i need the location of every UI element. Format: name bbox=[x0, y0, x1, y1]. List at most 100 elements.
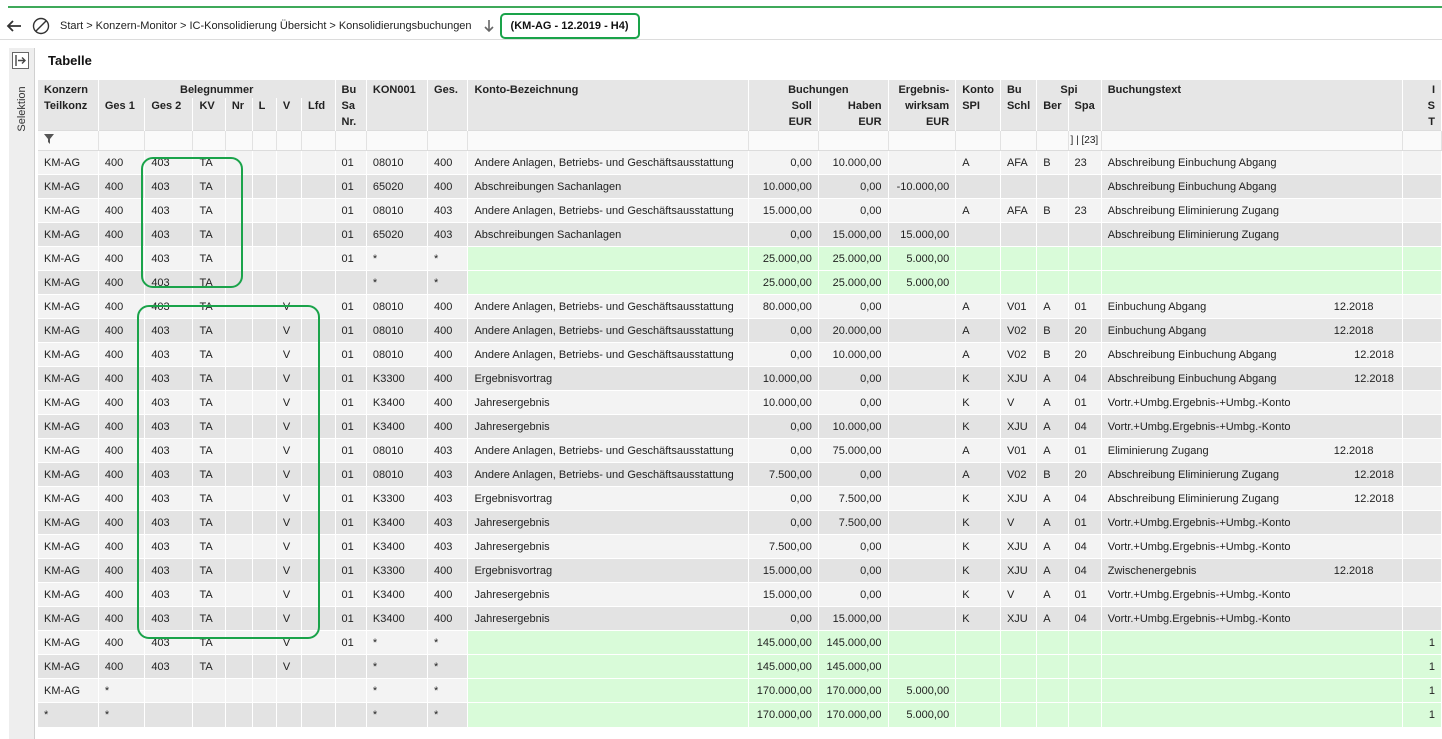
period-value: 12.2018 bbox=[1333, 565, 1374, 577]
cell-soll: 0,00 bbox=[748, 438, 819, 463]
cell-soll: 15.000,00 bbox=[748, 558, 819, 583]
table-row[interactable]: KM-AG 400 403 TA V 01 K3400 403 Jahresergebnis 7.… bbox=[38, 534, 1442, 559]
summary-row[interactable]: KM-AG * * * 170.000,00 170.000,00 5.000,00 1 bbox=[38, 678, 1442, 703]
table-row[interactable]: KM-AG 400 403 TA V 01 08010 403 Andere Anlagen, … bbox=[38, 438, 1442, 463]
sidebar-tab-selektion[interactable]: Selektion bbox=[9, 74, 35, 144]
col-header-konto-bezeichnung[interactable]: Konto-Bezeichnung bbox=[467, 80, 750, 98]
cell-kv bbox=[192, 702, 226, 727]
table-row[interactable]: KM-AG 400 403 TA 01 08010 403 Andere Anlagen, B… bbox=[38, 198, 1442, 223]
col-header-konto[interactable]: Konto bbox=[955, 80, 1001, 98]
cell-bu: 01 bbox=[335, 510, 367, 535]
table-row[interactable]: KM-AG 400 403 TA V 01 08010 400 Andere Anlagen, … bbox=[38, 294, 1442, 319]
col-header-ges[interactable]: Ges. bbox=[427, 80, 469, 98]
col-header-spi[interactable]: Spi bbox=[1036, 80, 1102, 98]
col-header-soll[interactable]: Soll bbox=[748, 98, 819, 114]
breadcrumb-item-ic-konsolidierung[interactable]: IC-Konsolidierung Übersicht bbox=[189, 20, 326, 32]
table-row[interactable]: KM-AG 400 403 TA V 01 K3400 400 Jahresergebnis 0,… bbox=[38, 606, 1442, 631]
col-header-ergebnis[interactable]: Ergebnis- bbox=[888, 80, 957, 98]
cell-spa: 04 bbox=[1068, 414, 1102, 439]
col-header-bu-schl[interactable]: Bu bbox=[1000, 80, 1038, 98]
col-header-lfd[interactable]: Lfd bbox=[301, 98, 336, 114]
col-header-nr[interactable]: Nr bbox=[225, 98, 253, 114]
table-row[interactable]: KM-AG 400 403 TA 01 65020 400 Abschreibungen Sa… bbox=[38, 174, 1442, 199]
cell-bu: 01 bbox=[335, 582, 367, 607]
cell-konto: 08010 bbox=[366, 342, 429, 367]
breadcrumb-item-start[interactable]: Start bbox=[60, 20, 83, 32]
col-header-wirksam[interactable]: wirksam bbox=[888, 98, 957, 114]
cell-buchungstext: Zwischenergebnis 12.2018 bbox=[1101, 558, 1403, 583]
col-header-v[interactable]: V bbox=[276, 98, 303, 114]
table-row[interactable]: KM-AG 400 403 TA V 01 K3400 400 Jahresergebnis 15… bbox=[38, 582, 1442, 607]
filter-cell-konzern[interactable] bbox=[38, 130, 99, 151]
cell-teilkonz: KM-AG bbox=[38, 294, 99, 319]
cell-spa: 04 bbox=[1068, 366, 1102, 391]
col-header-overflow-3: T bbox=[1402, 114, 1442, 131]
cell-bu-schl bbox=[1000, 630, 1038, 655]
col-header-buchungstext[interactable]: Buchungstext bbox=[1101, 80, 1403, 98]
cell-ergebnis: -10.000,00 bbox=[888, 174, 957, 199]
table-row[interactable]: KM-AG 400 403 TA V 01 K3400 403 Jahresergebnis 0,… bbox=[38, 510, 1442, 535]
cell-bu-schl: AFA bbox=[1000, 198, 1038, 223]
summary-row[interactable]: KM-AG 400 403 TA 01 * * 25.000,00 25.000,00 5.000… bbox=[38, 246, 1442, 271]
cell-v: V bbox=[276, 390, 303, 415]
cell-haben: 0,00 bbox=[818, 582, 889, 607]
filter-cell-spa[interactable]: ] | [23] bbox=[1068, 130, 1102, 151]
cell-kv: TA bbox=[192, 582, 226, 607]
col-header-ber[interactable]: Ber bbox=[1036, 98, 1069, 114]
col-header-l[interactable]: L bbox=[252, 98, 277, 114]
col-header-kon001[interactable]: KON001 bbox=[366, 80, 429, 98]
col-header-spa[interactable]: Spa bbox=[1068, 98, 1102, 114]
cell-nr bbox=[225, 294, 253, 319]
table-row[interactable]: KM-AG 400 403 TA 01 65020 403 Abschreibungen Sa… bbox=[38, 222, 1442, 247]
summary-row[interactable]: KM-AG 400 403 TA * * 25.000,00 25.000,00 5.000,0… bbox=[38, 270, 1442, 295]
cell-kv: TA bbox=[192, 462, 226, 487]
buchungstext-value: Abschreibung Einbuchung Abgang bbox=[1107, 180, 1277, 193]
cell-bu-schl: XJU bbox=[1000, 606, 1038, 631]
table-row[interactable]: KM-AG 400 403 TA V 01 K3300 400 Ergebnisvortrag 1… bbox=[38, 558, 1442, 583]
col-header-teilkonz[interactable]: Teilkonz bbox=[38, 98, 99, 114]
filter-funnel-icon[interactable] bbox=[44, 134, 54, 144]
cell-v bbox=[276, 222, 303, 247]
col-header-ges2[interactable]: Ges 2 bbox=[144, 98, 194, 114]
col-header-kv[interactable]: KV bbox=[192, 98, 226, 114]
col-header-ges1[interactable]: Ges 1 bbox=[98, 98, 146, 114]
cell-bu-schl: XJU bbox=[1000, 534, 1038, 559]
col-header-schl[interactable]: Schl bbox=[1000, 98, 1038, 114]
col-header-overflow-2[interactable]: S bbox=[1402, 98, 1442, 114]
cell-teilkonz: KM-AG bbox=[38, 174, 99, 199]
summary-row[interactable]: KM-AG 400 403 TA V * * 145.000,00 145.000,00 1 bbox=[38, 654, 1442, 679]
col-header-spi-konto[interactable]: SPI bbox=[955, 98, 1001, 114]
col-header-belegnummer[interactable]: Belegnummer bbox=[98, 80, 336, 98]
table-row[interactable]: KM-AG 400 403 TA V 01 08010 400 Andere Anlagen, … bbox=[38, 318, 1442, 343]
table-row[interactable]: KM-AG 400 403 TA V 01 K3300 403 Ergebnisvortrag 0… bbox=[38, 486, 1442, 511]
expand-panel-icon[interactable] bbox=[12, 52, 29, 69]
col-header-buchungen[interactable]: Buchungen bbox=[748, 80, 889, 98]
table-row[interactable]: KM-AG 400 403 TA V 01 08010 400 Andere Anlagen, … bbox=[38, 342, 1442, 367]
summary-row[interactable]: * * * * 170.000,00 170.000,00 5.000,00 1 bbox=[38, 702, 1442, 727]
col-header-overflow[interactable]: I bbox=[1402, 80, 1442, 98]
cancel-circle-icon[interactable] bbox=[32, 17, 50, 35]
buchungstext-value: Abschreibung Einbuchung Abgang bbox=[1107, 156, 1277, 169]
table-row[interactable]: KM-AG 400 403 TA V 01 K3400 400 Jahresergebnis 0,… bbox=[38, 414, 1442, 439]
cell-buchungstext: Vortr.+Umbg.Ergebnis-+Umbg.-Konto bbox=[1101, 534, 1403, 559]
breadcrumb-item-konsolidierungsbuchungen[interactable]: Konsolidierungsbuchungen bbox=[339, 20, 472, 32]
down-arrow-icon[interactable] bbox=[483, 19, 494, 33]
table-row[interactable]: KM-AG 400 403 TA V 01 K3400 400 Jahresergebnis 10… bbox=[38, 390, 1442, 415]
col-header-konzern[interactable]: Konzern bbox=[38, 80, 99, 98]
cell-overflow bbox=[1402, 606, 1442, 631]
summary-row[interactable]: KM-AG 400 403 TA V 01 * * 145.000,00 145.000,00 1 bbox=[38, 630, 1442, 655]
table-row[interactable]: KM-AG 400 403 TA 01 08010 400 Andere Anlagen, B… bbox=[38, 150, 1442, 175]
cell-lfd bbox=[301, 510, 336, 535]
cell-spa: 04 bbox=[1068, 534, 1102, 559]
cell-teilkonz: KM-AG bbox=[38, 198, 99, 223]
cell-ber bbox=[1036, 222, 1069, 247]
breadcrumb-item-konzern-monitor[interactable]: Konzern-Monitor bbox=[96, 20, 177, 32]
col-header-bu[interactable]: Bu bbox=[335, 80, 367, 98]
cell-nr bbox=[225, 558, 253, 583]
table-row[interactable]: KM-AG 400 403 TA V 01 08010 403 Andere Anlagen, … bbox=[38, 462, 1442, 487]
back-arrow-icon[interactable] bbox=[6, 18, 22, 34]
cell-haben: 0,00 bbox=[818, 174, 889, 199]
table-row[interactable]: KM-AG 400 403 TA V 01 K3300 400 Ergebnisvortrag 1… bbox=[38, 366, 1442, 391]
col-header-sa[interactable]: Sa bbox=[335, 98, 367, 114]
col-header-haben[interactable]: Haben bbox=[818, 98, 889, 114]
